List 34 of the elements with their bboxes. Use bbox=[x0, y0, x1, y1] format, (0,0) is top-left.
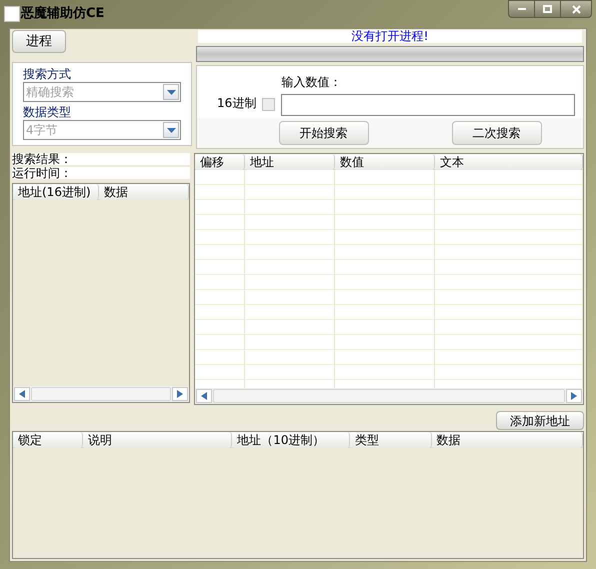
left-arrow-icon bbox=[201, 392, 207, 400]
search-button[interactable]: 二次搜索 bbox=[452, 121, 542, 145]
left-arrow-icon bbox=[19, 390, 25, 398]
field-label: 数据类型 bbox=[23, 104, 72, 120]
search-result-label: 搜索结果： bbox=[12, 153, 190, 165]
column-header[interactable]: 类型 bbox=[350, 432, 432, 448]
column-header[interactable]: 文本 bbox=[435, 154, 583, 170]
column-header[interactable]: 数值 bbox=[335, 154, 435, 170]
add-address-button[interactable]: 添加新地址 bbox=[496, 411, 584, 430]
scroll-left-button[interactable] bbox=[196, 389, 212, 403]
scroll-right-button[interactable] bbox=[172, 387, 188, 401]
column-header[interactable]: 数据 bbox=[99, 184, 189, 200]
column-header[interactable]: 地址（10进制） bbox=[232, 432, 350, 448]
hex-checkbox[interactable] bbox=[262, 98, 276, 111]
column-header[interactable]: 锁定 bbox=[13, 432, 83, 448]
app-icon bbox=[4, 6, 20, 22]
search-button[interactable]: 开始搜索 bbox=[278, 121, 368, 145]
scroll-left-button[interactable] bbox=[14, 387, 30, 401]
field-label: 搜索方式 bbox=[23, 66, 72, 82]
right-arrow-icon bbox=[177, 390, 183, 398]
process-button[interactable]: 进程 bbox=[12, 30, 66, 53]
value-input-field[interactable] bbox=[281, 94, 575, 116]
run-time-label: 运行时间： bbox=[12, 167, 190, 179]
right-arrow-icon bbox=[571, 392, 577, 400]
column-header[interactable]: 地址 bbox=[245, 154, 335, 170]
column-header[interactable]: 偏移 bbox=[195, 154, 245, 170]
scroll-right-button[interactable] bbox=[566, 389, 582, 403]
input-label: 输入数值： bbox=[281, 74, 342, 90]
hex-label: 16进制 bbox=[217, 95, 256, 112]
column-header[interactable]: 数据 bbox=[432, 432, 583, 448]
status-message: 没有打开进程! bbox=[198, 30, 582, 43]
window-title: 恶魔辅助仿CE bbox=[21, 4, 104, 24]
column-header[interactable]: 地址(16进制) bbox=[13, 184, 99, 200]
column-header[interactable]: 说明 bbox=[82, 432, 232, 448]
